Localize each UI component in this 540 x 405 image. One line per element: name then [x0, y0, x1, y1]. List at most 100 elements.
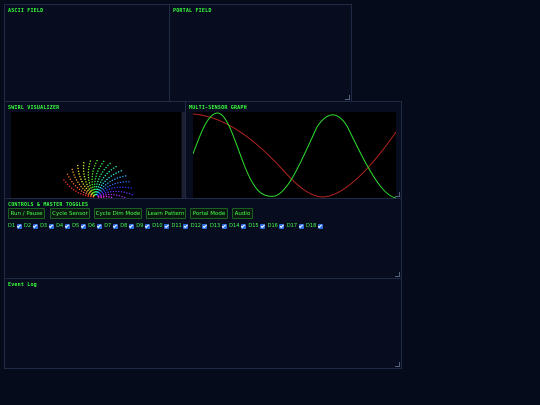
- checkbox[interactable]: [96, 223, 102, 229]
- swirl-dot: [73, 189, 75, 191]
- checkbox[interactable]: [260, 223, 266, 229]
- toggle-d16[interactable]: D16: [268, 223, 285, 229]
- swirl-dot: [105, 166, 107, 169]
- toggle-d11[interactable]: D11: [172, 223, 189, 229]
- swirl-dot: [128, 192, 131, 195]
- swirl-dot: [74, 185, 77, 187]
- swirl-dot: [64, 181, 67, 183]
- swirl-dot: [99, 175, 101, 178]
- swirl-dot: [83, 175, 86, 178]
- toggle-d12[interactable]: D12: [191, 223, 208, 229]
- run-pause-button[interactable]: Run / Pause: [8, 208, 45, 219]
- swirl-dot: [87, 168, 90, 171]
- checkbox[interactable]: [317, 223, 323, 229]
- swirl-dot: [91, 186, 94, 188]
- swirl-dot: [113, 193, 115, 196]
- checkbox[interactable]: [80, 223, 86, 229]
- swirl-dot: [97, 186, 100, 188]
- swirl-dot: [102, 194, 105, 196]
- resize-handle[interactable]: [395, 272, 400, 277]
- swirl-dot: [84, 189, 86, 192]
- toggle-label: D14: [229, 223, 240, 229]
- swirl-dot: [82, 167, 85, 170]
- swirl-dot: [103, 168, 105, 171]
- toggle-d1[interactable]: D1: [8, 223, 22, 229]
- checkbox[interactable]: [144, 223, 150, 229]
- toggle-label: D4: [56, 223, 64, 229]
- swirl-dot: [108, 176, 110, 179]
- swirl-dot: [83, 185, 86, 187]
- cycle-sensor-button[interactable]: Cycle Sensor: [50, 208, 90, 219]
- toggle-d4[interactable]: D4: [56, 223, 70, 229]
- swirl-dot: [94, 180, 96, 183]
- swirl-dot: [103, 195, 105, 198]
- swirl-dot: [103, 190, 106, 192]
- checkbox[interactable]: [183, 223, 189, 229]
- swirl-dot: [107, 164, 109, 167]
- swirl-dot: [105, 193, 107, 196]
- toggle-d10[interactable]: D10: [152, 223, 169, 229]
- swirl-dot: [68, 185, 71, 188]
- checkbox[interactable]: [64, 223, 70, 229]
- swirl-dot: [121, 195, 123, 198]
- swirl-dot: [89, 184, 91, 187]
- checkbox[interactable]: [240, 223, 246, 229]
- checkbox[interactable]: [164, 223, 169, 229]
- swirl-dot: [91, 183, 94, 186]
- swirl-dot: [122, 186, 124, 188]
- resize-handle[interactable]: [345, 95, 350, 100]
- toggle-d18[interactable]: D18: [306, 223, 323, 229]
- swirl-dot: [101, 179, 103, 181]
- portal-field-panel: PORTAL FIELD: [169, 4, 352, 102]
- swirl-dot: [85, 187, 88, 190]
- swirl-dot: [77, 170, 80, 172]
- toggle-d3[interactable]: D3: [40, 223, 54, 229]
- cycle-dim-mode-button[interactable]: Cycle Dim Mode: [94, 208, 142, 219]
- ascii-field-panel: ASCII FIELD: [4, 4, 170, 102]
- graph-canvas: [192, 112, 397, 199]
- toggle-d8[interactable]: D8: [120, 223, 134, 229]
- checkbox[interactable]: [32, 223, 38, 229]
- toggle-d9[interactable]: D9: [136, 223, 150, 229]
- toggle-d5[interactable]: D5: [72, 223, 86, 229]
- portal-mode-button[interactable]: Portal Mode: [190, 208, 228, 219]
- learn-pattern-button[interactable]: Learn Pattern: [146, 208, 186, 219]
- swirl-dot: [82, 170, 85, 172]
- checkbox[interactable]: [48, 223, 54, 229]
- checkbox[interactable]: [221, 223, 227, 229]
- dimension-toggle-row: D1 D2 D3 D4 D5 D6 D7 D8 D9 D10 D11 D12 D…: [8, 222, 325, 230]
- toggle-d17[interactable]: D17: [287, 223, 304, 229]
- swirl-dot: [110, 193, 113, 196]
- checkbox[interactable]: [298, 223, 304, 229]
- swirl-dot: [107, 182, 109, 184]
- swirl-dot: [80, 190, 83, 192]
- swirl-dot: [104, 184, 107, 186]
- swirl-dot: [83, 191, 85, 194]
- toggle-d14[interactable]: D14: [229, 223, 246, 229]
- toggle-d13[interactable]: D13: [210, 223, 227, 229]
- toggle-d6[interactable]: D6: [88, 223, 102, 229]
- swirl-dot: [124, 186, 127, 188]
- swirl-dot: [63, 179, 65, 181]
- checkbox[interactable]: [202, 223, 208, 229]
- checkbox[interactable]: [112, 223, 118, 229]
- swirl-dot: [88, 165, 90, 168]
- swirl-dot: [98, 183, 101, 186]
- swirl-dot: [104, 192, 107, 194]
- checkbox[interactable]: [128, 223, 134, 229]
- audio-button[interactable]: Audio: [232, 208, 253, 219]
- swirl-dot: [96, 183, 98, 185]
- checkbox[interactable]: [279, 223, 285, 229]
- toggle-label: D17: [286, 223, 298, 229]
- swirl-dot: [71, 168, 73, 171]
- swirl-dot: [90, 187, 92, 189]
- toggle-d15[interactable]: D15: [248, 223, 266, 229]
- swirl-dot: [95, 162, 97, 164]
- toggle-d2[interactable]: D2: [24, 223, 38, 229]
- resize-handle[interactable]: [395, 192, 400, 197]
- swirl-dot: [82, 164, 85, 167]
- resize-handle[interactable]: [395, 362, 400, 367]
- toggle-d7[interactable]: D7: [104, 223, 118, 229]
- event-log-panel: Event Log: [4, 278, 402, 369]
- checkbox[interactable]: [16, 223, 22, 229]
